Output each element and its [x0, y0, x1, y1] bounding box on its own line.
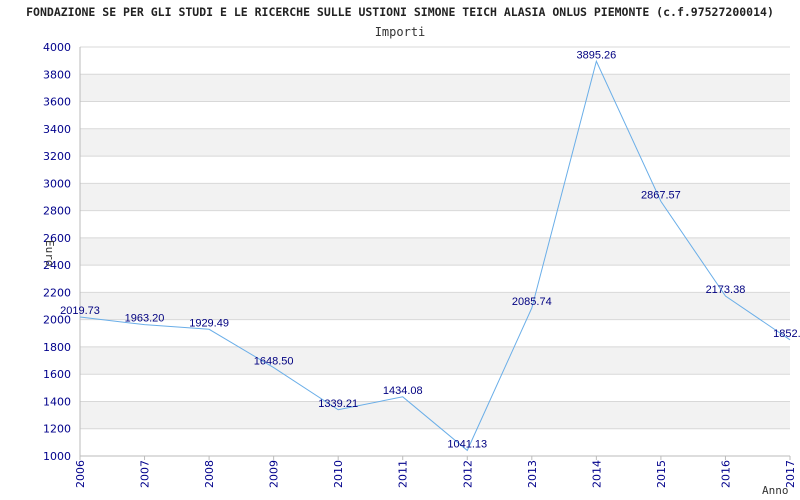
- y-tick-label: 1600: [43, 368, 71, 381]
- data-label: 1434.08: [383, 385, 423, 397]
- data-label: 1041.13: [447, 438, 487, 450]
- x-tick-label: 2009: [268, 460, 281, 488]
- y-tick-label: 1400: [43, 395, 71, 408]
- data-label: 1648.50: [254, 356, 294, 368]
- x-tick-label: 2010: [332, 460, 345, 488]
- y-tick-label: 1000: [43, 450, 71, 463]
- y-tick-label: 4000: [43, 41, 71, 54]
- data-label: 1339.21: [318, 398, 358, 410]
- x-tick-label: 2011: [397, 460, 410, 488]
- x-tick-label: 2016: [719, 460, 732, 488]
- x-tick-label: 2015: [655, 460, 668, 488]
- x-tick-label: 2014: [590, 460, 603, 488]
- grid-band: [80, 346, 790, 375]
- y-tick-label: 2200: [43, 286, 71, 299]
- x-tick-label: 2013: [526, 460, 539, 488]
- data-label: 1963.20: [125, 313, 165, 325]
- data-label: 1929.49: [189, 317, 229, 329]
- data-label: 2019.73: [60, 305, 100, 317]
- y-tick-label: 3800: [43, 68, 71, 81]
- chart-root: FONDAZIONE SE PER GLI STUDI E LE RICERCH…: [0, 0, 800, 500]
- grid-band: [80, 128, 790, 157]
- data-label: 2173.38: [706, 284, 746, 296]
- x-axis-title: Anno: [762, 484, 789, 497]
- grid-band: [80, 183, 790, 211]
- y-tick-label: 3200: [43, 150, 71, 163]
- y-tick-label: 1200: [43, 423, 71, 436]
- data-label: 2085.74: [512, 296, 552, 308]
- x-tick-label: 2007: [139, 460, 152, 488]
- y-tick-label: 3400: [43, 123, 71, 136]
- data-label: 3895.26: [576, 49, 616, 61]
- grid-band: [80, 74, 790, 102]
- grid-band: [80, 237, 790, 266]
- y-tick-label: 2800: [43, 205, 71, 218]
- grid-band: [80, 292, 790, 320]
- line-chart: 1000120014001600180020002200240026002800…: [43, 41, 800, 497]
- data-label: 1852.3: [773, 328, 800, 340]
- x-tick-label: 2012: [461, 460, 474, 488]
- x-tick-label: 2008: [203, 460, 216, 488]
- y-tick-label: 3600: [43, 96, 71, 109]
- grid-band: [80, 401, 790, 429]
- y-axis-title: Euro: [43, 240, 56, 267]
- y-tick-label: 3000: [43, 177, 71, 190]
- data-label: 2867.57: [641, 189, 681, 201]
- x-tick-label: 2006: [74, 460, 87, 488]
- y-tick-label: 1800: [43, 341, 71, 354]
